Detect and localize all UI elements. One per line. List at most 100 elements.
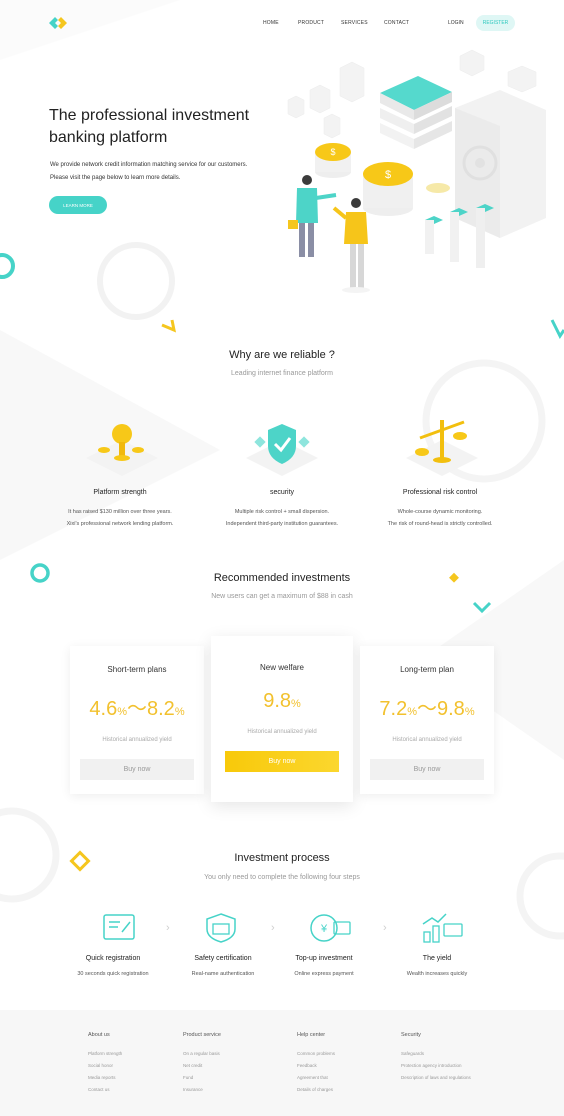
reliable-title: Why are we reliable ? [229, 349, 335, 361]
card-rate: 7.2%～9.8% [379, 698, 475, 720]
nav-home-link[interactable]: HOME [263, 20, 279, 26]
footer-column-title: Product service [183, 1032, 221, 1038]
step-arrow-icon: › [383, 922, 387, 934]
process-step: Safety certification Real-name authentic… [168, 955, 278, 977]
step-title: Top-up investment [295, 955, 353, 962]
recommended-subtitle: New users can get a maximum of $88 in ca… [211, 593, 353, 600]
footer-link[interactable]: Insurance [183, 1087, 221, 1092]
card-note: Historical annualized yield [247, 729, 317, 735]
hero-title: The professional investment banking plat… [49, 105, 279, 149]
footer-link[interactable]: Description of laws and regulations [401, 1075, 471, 1080]
card-rate: 9.8% [263, 690, 301, 712]
trophy-icon [86, 424, 158, 476]
feature-line: The risk of round-head is strictly contr… [387, 521, 493, 527]
buy-now-button[interactable]: Buy now [370, 759, 484, 780]
feature-text: Multiple risk control + small dispersion… [202, 506, 362, 530]
logo-icon[interactable] [49, 17, 67, 29]
footer-column-title: About us [88, 1032, 110, 1038]
footer-column-help: Help center Common problems Feedback Agr… [297, 1032, 335, 1092]
footer-column-product: Product service On a regular basis Net c… [183, 1032, 221, 1092]
feature-text: It has raised $130 million over three ye… [40, 506, 200, 530]
footer-link[interactable]: Feedback [297, 1063, 335, 1068]
step-title: Safety certification [194, 955, 252, 962]
plan-card-long-term: Long-term plan 7.2%～9.8% Historical annu… [360, 646, 494, 794]
login-link[interactable]: LOGIN [448, 20, 464, 26]
hero-desc-line: Please visit the page below to learn mor… [50, 175, 181, 181]
feature-platform-strength: Platform strength It has raised $130 mil… [40, 489, 200, 530]
footer-column-security: Security Safeguards Protection agency in… [401, 1032, 471, 1080]
footer-link[interactable]: Details of charges [297, 1087, 335, 1092]
process-subtitle: You only need to complete the following … [204, 874, 360, 881]
card-title: New welfare [259, 663, 304, 672]
certification-shield-icon [206, 913, 236, 943]
buy-now-button[interactable]: Buy now [225, 751, 339, 772]
buy-now-button[interactable]: Buy now [80, 759, 194, 780]
feature-title: Professional risk control [402, 489, 478, 496]
nav-product-link[interactable]: PRODUCT [298, 20, 324, 26]
yield-chart-icon [422, 913, 463, 943]
feature-line: Whole-course dynamic monitoring. [397, 509, 483, 515]
footer-link[interactable]: Contact us [88, 1087, 122, 1092]
footer-column-about: About us Platform strength Social honor … [88, 1032, 122, 1092]
plan-card-new-welfare: New welfare 9.8% Historical annualized y… [211, 636, 353, 802]
registration-icon [103, 914, 135, 940]
footer-link[interactable]: Common problems [297, 1051, 335, 1056]
card-note: Historical annualized yield [102, 737, 172, 743]
footer-link[interactable]: On a regular basis [183, 1051, 221, 1056]
step-text: 30 seconds quick registration [77, 971, 149, 977]
process-step: Quick registration 30 seconds quick regi… [58, 955, 168, 977]
feature-title: security [269, 489, 295, 496]
footer: About us Platform strength Social honor … [0, 1010, 564, 1116]
step-title: Quick registration [85, 955, 141, 962]
svg-text:$: $ [330, 147, 335, 157]
learn-more-button[interactable]: LEARN MORE [49, 196, 107, 214]
footer-link[interactable]: Platform strength [88, 1051, 122, 1056]
feature-line: Xixi's professional network lending plat… [66, 521, 174, 527]
nav-services-link[interactable]: SERVICES [341, 20, 368, 26]
footer-link[interactable]: Media reports [88, 1075, 122, 1080]
feature-text: Whole-course dynamic monitoring. The ris… [360, 506, 520, 530]
card-title: Short-term plans [107, 665, 167, 674]
svg-text:$: $ [385, 169, 391, 181]
card-rate: 4.6%～8.2% [89, 698, 185, 720]
card-title: Long-term plan [400, 665, 454, 674]
step-title: The yield [422, 955, 452, 962]
feature-risk-control: Professional risk control Whole-course d… [360, 489, 520, 530]
step-text: Wealth increases quickly [406, 971, 468, 977]
process-step: Top-up investment Online express payment [269, 955, 379, 977]
step-text: Real-name authentication [191, 971, 255, 977]
hero-illustration: $ $ [287, 49, 546, 293]
footer-link[interactable]: Agreement that [297, 1075, 335, 1080]
register-button[interactable]: REGISTER [476, 15, 515, 31]
feature-security: security Multiple risk control + small d… [202, 489, 362, 530]
footer-link[interactable]: Social honor [88, 1063, 122, 1068]
scale-icon [406, 420, 478, 476]
footer-link[interactable]: Fund [183, 1075, 221, 1080]
hero-desc-line: We provide network credit information ma… [50, 162, 248, 168]
recommended-title: Recommended investments [213, 572, 351, 584]
feature-line: Independent third-party institution guar… [225, 521, 339, 527]
shield-icon [246, 424, 318, 476]
feature-line: It has raised $130 million over three ye… [68, 509, 172, 515]
nav-contact-link[interactable]: CONTACT [384, 20, 409, 26]
top-nav: HOME PRODUCT SERVICES CONTACT LOGIN REGI… [0, 0, 564, 46]
feature-title: Platform strength [93, 489, 147, 496]
step-text: Online express payment [294, 971, 354, 977]
card-note: Historical annualized yield [392, 737, 462, 743]
footer-link[interactable]: Protection agency introduction [401, 1063, 471, 1068]
hero-title-line: The professional investment [49, 107, 250, 124]
reliable-subtitle: Leading internet finance platform [231, 370, 333, 377]
step-arrow-icon: › [166, 922, 170, 934]
feature-line: Multiple risk control + small dispersion… [234, 509, 330, 515]
hero-description: We provide network credit information ma… [50, 159, 280, 185]
svg-text:¥: ¥ [320, 923, 328, 935]
process-title: Investment process [234, 852, 330, 864]
payment-coin-icon: ¥ [310, 914, 351, 942]
plan-card-short-term: Short-term plans 4.6%～8.2% Historical an… [70, 646, 204, 794]
footer-column-title: Help center [297, 1032, 326, 1038]
hero-title-line: banking platform [49, 129, 168, 146]
step-arrow-icon: › [271, 922, 275, 934]
footer-column-title: Security [401, 1032, 421, 1038]
footer-link[interactable]: Net credit [183, 1063, 221, 1068]
footer-link[interactable]: Safeguards [401, 1051, 471, 1056]
